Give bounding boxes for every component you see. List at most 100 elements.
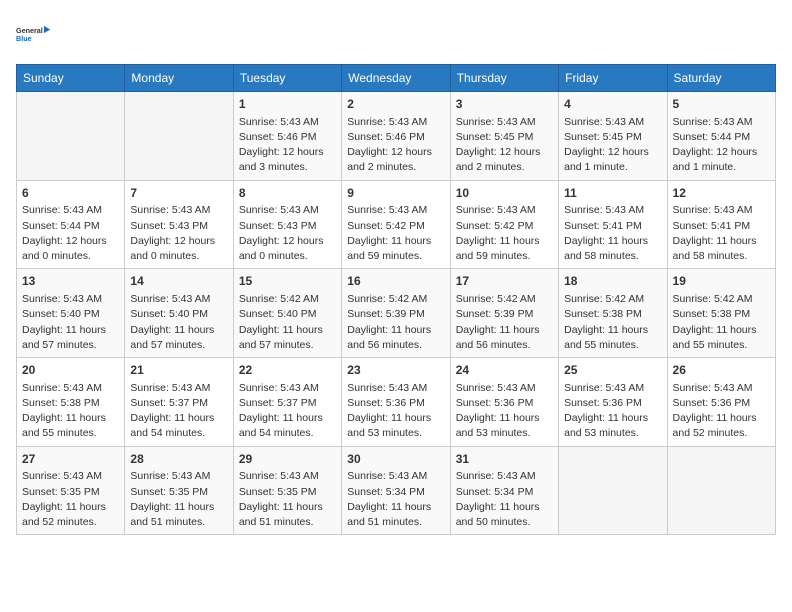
calendar-day-cell: 6Sunrise: 5:43 AM Sunset: 5:44 PM Daylig… <box>17 180 125 269</box>
day-number: 25 <box>564 362 661 379</box>
calendar-week-row: 27Sunrise: 5:43 AM Sunset: 5:35 PM Dayli… <box>17 446 776 535</box>
day-info: Sunrise: 5:43 AM Sunset: 5:36 PM Dayligh… <box>347 381 444 442</box>
day-number: 1 <box>239 96 336 113</box>
calendar-day-cell: 19 Sunrise: 5:42 AM Sunset: 5:38 PM Dayli… <box>667 269 775 358</box>
day-number: 31 <box>456 451 553 468</box>
calendar-day-cell: 4 Sunrise: 5:43 AM Sunset: 5:45 PM Daylig… <box>559 92 667 181</box>
day-number: 7 <box>130 185 227 202</box>
day-number: 18 <box>564 273 661 290</box>
day-number: 13 <box>22 273 119 290</box>
calendar-day-cell: 8Sunrise: 5:43 AM Sunset: 5:43 PM Daylig… <box>233 180 341 269</box>
day-number: 9 <box>347 185 444 202</box>
day-number: 24 <box>456 362 553 379</box>
day-number: 20 <box>22 362 119 379</box>
calendar-day-cell <box>125 92 233 181</box>
logo: GeneralBlue <box>16 16 52 52</box>
calendar-day-cell: 10Sunrise: 5:43 AM Sunset: 5:42 PM Dayli… <box>450 180 558 269</box>
svg-text:General: General <box>16 26 43 35</box>
day-number: 5 <box>673 96 770 113</box>
calendar-day-cell: 20 Sunrise: 5:43 AM Sunset: 5:38 PM Dayli… <box>17 358 125 447</box>
calendar-day-cell: 13 Sunrise: 5:43 AM Sunset: 5:40 PM Dayli… <box>17 269 125 358</box>
day-number: 12 <box>673 185 770 202</box>
day-number: 23 <box>347 362 444 379</box>
calendar-day-cell: 9Sunrise: 5:43 AM Sunset: 5:42 PM Daylig… <box>342 180 450 269</box>
calendar-day-cell: 26 Sunrise: 5:43 AM Sunset: 5:36 PM Dayli… <box>667 358 775 447</box>
day-number: 2 <box>347 96 444 113</box>
weekday-header: Tuesday <box>233 65 341 92</box>
svg-text:Blue: Blue <box>16 34 32 43</box>
day-info: Sunrise: 5:43 AM Sunset: 5:46 PM Dayligh… <box>239 115 336 176</box>
day-info: Sunrise: 5:43 AM Sunset: 5:34 PM Dayligh… <box>456 469 553 530</box>
day-info: Sunrise: 5:43 AM Sunset: 5:35 PM Dayligh… <box>239 469 336 530</box>
calendar-table: SundayMondayTuesdayWednesdayThursdayFrid… <box>16 64 776 535</box>
weekday-header: Monday <box>125 65 233 92</box>
logo-icon: GeneralBlue <box>16 16 52 52</box>
day-info: Sunrise: 5:43 AM Sunset: 5:35 PM Dayligh… <box>22 469 119 530</box>
calendar-day-cell: 31Sunrise: 5:43 AM Sunset: 5:34 PM Dayli… <box>450 446 558 535</box>
day-number: 11 <box>564 185 661 202</box>
day-info: Sunrise: 5:43 AM Sunset: 5:42 PM Dayligh… <box>456 203 553 264</box>
day-number: 28 <box>130 451 227 468</box>
calendar-day-cell: 25Sunrise: 5:43 AM Sunset: 5:36 PM Dayli… <box>559 358 667 447</box>
weekday-header: Wednesday <box>342 65 450 92</box>
day-number: 27 <box>22 451 119 468</box>
weekday-header: Thursday <box>450 65 558 92</box>
calendar-day-cell: 18 Sunrise: 5:42 AM Sunset: 5:38 PM Dayli… <box>559 269 667 358</box>
day-info: Sunrise: 5:42 AM Sunset: 5:39 PM Dayligh… <box>456 292 553 353</box>
weekday-header: Friday <box>559 65 667 92</box>
day-number: 15 <box>239 273 336 290</box>
day-info: Sunrise: 5:43 AM Sunset: 5:42 PM Dayligh… <box>347 203 444 264</box>
day-number: 8 <box>239 185 336 202</box>
day-info: Sunrise: 5:43 AM Sunset: 5:34 PM Dayligh… <box>347 469 444 530</box>
day-info: Sunrise: 5:43 AM Sunset: 5:40 PM Dayligh… <box>22 292 119 353</box>
day-number: 29 <box>239 451 336 468</box>
day-number: 6 <box>22 185 119 202</box>
day-number: 10 <box>456 185 553 202</box>
day-info: Sunrise: 5:43 AM Sunset: 5:45 PM Dayligh… <box>564 115 661 176</box>
day-number: 16 <box>347 273 444 290</box>
day-info: Sunrise: 5:43 AM Sunset: 5:41 PM Dayligh… <box>564 203 661 264</box>
calendar-day-cell: 2 Sunrise: 5:43 AM Sunset: 5:46 PM Daylig… <box>342 92 450 181</box>
day-info: Sunrise: 5:43 AM Sunset: 5:36 PM Dayligh… <box>456 381 553 442</box>
calendar-day-cell <box>17 92 125 181</box>
day-number: 17 <box>456 273 553 290</box>
day-number: 22 <box>239 362 336 379</box>
day-info: Sunrise: 5:43 AM Sunset: 5:36 PM Dayligh… <box>673 381 770 442</box>
page-header: GeneralBlue <box>16 16 776 52</box>
calendar-day-cell: 29Sunrise: 5:43 AM Sunset: 5:35 PM Dayli… <box>233 446 341 535</box>
day-number: 19 <box>673 273 770 290</box>
day-info: Sunrise: 5:43 AM Sunset: 5:41 PM Dayligh… <box>673 203 770 264</box>
day-info: Sunrise: 5:43 AM Sunset: 5:35 PM Dayligh… <box>130 469 227 530</box>
calendar-week-row: 1 Sunrise: 5:43 AM Sunset: 5:46 PM Daylig… <box>17 92 776 181</box>
calendar-day-cell: 5 Sunrise: 5:43 AM Sunset: 5:44 PM Daylig… <box>667 92 775 181</box>
day-info: Sunrise: 5:43 AM Sunset: 5:46 PM Dayligh… <box>347 115 444 176</box>
calendar-day-cell <box>667 446 775 535</box>
day-info: Sunrise: 5:43 AM Sunset: 5:44 PM Dayligh… <box>673 115 770 176</box>
day-info: Sunrise: 5:42 AM Sunset: 5:38 PM Dayligh… <box>564 292 661 353</box>
day-info: Sunrise: 5:43 AM Sunset: 5:43 PM Dayligh… <box>130 203 227 264</box>
day-info: Sunrise: 5:43 AM Sunset: 5:43 PM Dayligh… <box>239 203 336 264</box>
weekday-header-row: SundayMondayTuesdayWednesdayThursdayFrid… <box>17 65 776 92</box>
day-number: 3 <box>456 96 553 113</box>
calendar-day-cell <box>559 446 667 535</box>
day-number: 4 <box>564 96 661 113</box>
day-number: 14 <box>130 273 227 290</box>
day-info: Sunrise: 5:42 AM Sunset: 5:40 PM Dayligh… <box>239 292 336 353</box>
day-info: Sunrise: 5:43 AM Sunset: 5:45 PM Dayligh… <box>456 115 553 176</box>
day-number: 30 <box>347 451 444 468</box>
day-info: Sunrise: 5:42 AM Sunset: 5:38 PM Dayligh… <box>673 292 770 353</box>
calendar-week-row: 20 Sunrise: 5:43 AM Sunset: 5:38 PM Dayli… <box>17 358 776 447</box>
day-number: 26 <box>673 362 770 379</box>
calendar-day-cell: 24 Sunrise: 5:43 AM Sunset: 5:36 PM Dayli… <box>450 358 558 447</box>
calendar-week-row: 13 Sunrise: 5:43 AM Sunset: 5:40 PM Dayli… <box>17 269 776 358</box>
calendar-week-row: 6Sunrise: 5:43 AM Sunset: 5:44 PM Daylig… <box>17 180 776 269</box>
calendar-day-cell: 28Sunrise: 5:43 AM Sunset: 5:35 PM Dayli… <box>125 446 233 535</box>
calendar-day-cell: 7Sunrise: 5:43 AM Sunset: 5:43 PM Daylig… <box>125 180 233 269</box>
day-info: Sunrise: 5:43 AM Sunset: 5:38 PM Dayligh… <box>22 381 119 442</box>
day-info: Sunrise: 5:43 AM Sunset: 5:44 PM Dayligh… <box>22 203 119 264</box>
calendar-day-cell: 21Sunrise: 5:43 AM Sunset: 5:37 PM Dayli… <box>125 358 233 447</box>
calendar-day-cell: 16Sunrise: 5:42 AM Sunset: 5:39 PM Dayli… <box>342 269 450 358</box>
calendar-day-cell: 23 Sunrise: 5:43 AM Sunset: 5:36 PM Dayli… <box>342 358 450 447</box>
calendar-day-cell: 30Sunrise: 5:43 AM Sunset: 5:34 PM Dayli… <box>342 446 450 535</box>
weekday-header: Sunday <box>17 65 125 92</box>
